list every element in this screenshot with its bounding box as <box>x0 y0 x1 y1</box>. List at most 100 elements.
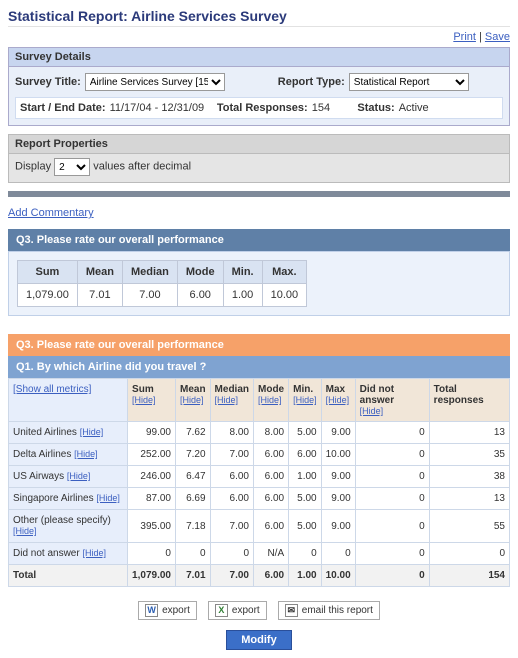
save-link[interactable]: Save <box>485 31 510 43</box>
mail-icon: ✉ <box>285 604 298 617</box>
hide-link[interactable]: [Hide] <box>80 427 104 437</box>
cell: 0 <box>128 543 176 565</box>
cell: 0 <box>355 422 429 444</box>
cell: 6.00 <box>254 565 289 587</box>
cell: 0 <box>289 543 322 565</box>
val-mode: 6.00 <box>177 284 223 307</box>
cell: 13 <box>429 422 509 444</box>
hide-link[interactable]: [Hide] <box>67 471 91 481</box>
col-min: Min. <box>223 261 262 284</box>
cell: 8.00 <box>254 422 289 444</box>
table-row: US Airways [Hide]246.006.476.006.001.009… <box>9 466 510 488</box>
cell: 154 <box>429 565 509 587</box>
divider-bar <box>8 191 510 197</box>
cell: 0 <box>355 565 429 587</box>
cell: 7.18 <box>175 510 210 543</box>
cell: 0 <box>210 543 253 565</box>
report-type-label: Report Type: <box>278 76 345 88</box>
col-median: Median[Hide] <box>210 379 253 422</box>
table-row: Total1,079.007.017.006.001.0010.000154 <box>9 565 510 587</box>
col-total: Total responses <box>429 379 509 422</box>
export-row: W export X export ✉ email this report <box>8 601 510 620</box>
row-header: Delta Airlines [Hide] <box>9 444 128 466</box>
col-mean: Mean[Hide] <box>175 379 210 422</box>
col-sum: Sum <box>18 261 78 284</box>
add-commentary-link[interactable]: Add Commentary <box>8 207 94 219</box>
cell: 55 <box>429 510 509 543</box>
hide-link[interactable]: [Hide] <box>258 395 284 405</box>
hide-link[interactable]: [Hide] <box>132 395 171 405</box>
row-header: Total <box>9 565 128 587</box>
val-min: 1.00 <box>223 284 262 307</box>
hide-link[interactable]: [Hide] <box>82 548 106 558</box>
col-max: Max. <box>262 261 307 284</box>
hide-link[interactable]: [Hide] <box>74 449 98 459</box>
val-sum: 1,079.00 <box>18 284 78 307</box>
cell: 1.00 <box>289 466 322 488</box>
cell: 5.00 <box>289 488 322 510</box>
cell: 7.01 <box>175 565 210 587</box>
date-value: 11/17/04 - 12/31/09 <box>110 102 205 114</box>
cell: 10.00 <box>321 565 355 587</box>
cell: 0 <box>321 543 355 565</box>
cell: 0 <box>355 444 429 466</box>
table-row: Did not answer [Hide]000N/A0000 <box>9 543 510 565</box>
cell: 7.00 <box>210 444 253 466</box>
cell: 252.00 <box>128 444 176 466</box>
excel-icon: X <box>215 604 228 617</box>
report-type-select[interactable]: Statistical Report <box>349 73 469 91</box>
export-excel-button[interactable]: X export <box>208 601 267 620</box>
report-props-header: Report Properties <box>9 135 509 154</box>
row-header: Singapore Airlines [Hide] <box>9 488 128 510</box>
decimal-select[interactable]: 2 <box>54 158 90 176</box>
q3-stats-table: Sum Mean Median Mode Min. Max. 1,079.00 … <box>17 260 307 307</box>
q3-stats-block: Sum Mean Median Mode Min. Max. 1,079.00 … <box>8 251 510 316</box>
hide-link[interactable]: [Hide] <box>215 395 249 405</box>
cell: 9.00 <box>321 422 355 444</box>
q3-stats-row: 1,079.00 7.01 7.00 6.00 1.00 10.00 <box>18 284 307 307</box>
val-median: 7.00 <box>122 284 177 307</box>
q3-header: Q3. Please rate our overall performance <box>8 229 510 251</box>
report-props-body: Display 2 values after decimal <box>9 154 509 182</box>
col-mode: Mode[Hide] <box>254 379 289 422</box>
cell: 6.00 <box>210 466 253 488</box>
col-min: Min.[Hide] <box>289 379 322 422</box>
cell: 8.00 <box>210 422 253 444</box>
col-median: Median <box>122 261 177 284</box>
table-row: United Airlines [Hide]99.007.628.008.005… <box>9 422 510 444</box>
survey-details-panel: Survey Details Survey Title: Airline Ser… <box>8 47 510 126</box>
cell: 0 <box>429 543 509 565</box>
row-header: Other (please specify) [Hide] <box>9 510 128 543</box>
cell: 13 <box>429 488 509 510</box>
hide-link[interactable]: [Hide] <box>293 395 317 405</box>
survey-details-body: Survey Title: Airline Services Survey [1… <box>9 67 509 125</box>
date-label: Start / End Date: <box>20 102 106 114</box>
report-props-panel: Report Properties Display 2 values after… <box>8 134 510 183</box>
table-row: Singapore Airlines [Hide]87.006.696.006.… <box>9 488 510 510</box>
cell: 99.00 <box>128 422 176 444</box>
modify-button[interactable]: Modify <box>226 630 291 650</box>
word-icon: W <box>145 604 158 617</box>
survey-title-select[interactable]: Airline Services Survey [15 <box>85 73 225 91</box>
row-header: US Airways [Hide] <box>9 466 128 488</box>
cell: 6.00 <box>289 444 322 466</box>
row-header: Did not answer [Hide] <box>9 543 128 565</box>
display-suffix: values after decimal <box>93 161 191 173</box>
cell: 7.00 <box>210 510 253 543</box>
q3-stats-head: Sum Mean Median Mode Min. Max. <box>18 261 307 284</box>
cell: 35 <box>429 444 509 466</box>
cell: 6.00 <box>254 510 289 543</box>
hide-link[interactable]: [Hide] <box>326 395 351 405</box>
export-word-button[interactable]: W export <box>138 601 197 620</box>
table-row: Other (please specify) [Hide]395.007.187… <box>9 510 510 543</box>
page-title: Statistical Report: Airline Services Sur… <box>8 8 510 27</box>
print-link[interactable]: Print <box>453 31 476 43</box>
survey-title-label: Survey Title: <box>15 76 81 88</box>
hide-link[interactable]: [Hide] <box>96 493 120 503</box>
email-report-button[interactable]: ✉ email this report <box>278 601 380 620</box>
hide-link[interactable]: [Hide] <box>13 526 37 536</box>
col-sum: Sum[Hide] <box>128 379 176 422</box>
show-all-metrics[interactable]: [Show all metrics] <box>9 379 128 422</box>
hide-link[interactable]: [Hide] <box>180 395 206 405</box>
hide-link[interactable]: [Hide] <box>360 406 425 416</box>
